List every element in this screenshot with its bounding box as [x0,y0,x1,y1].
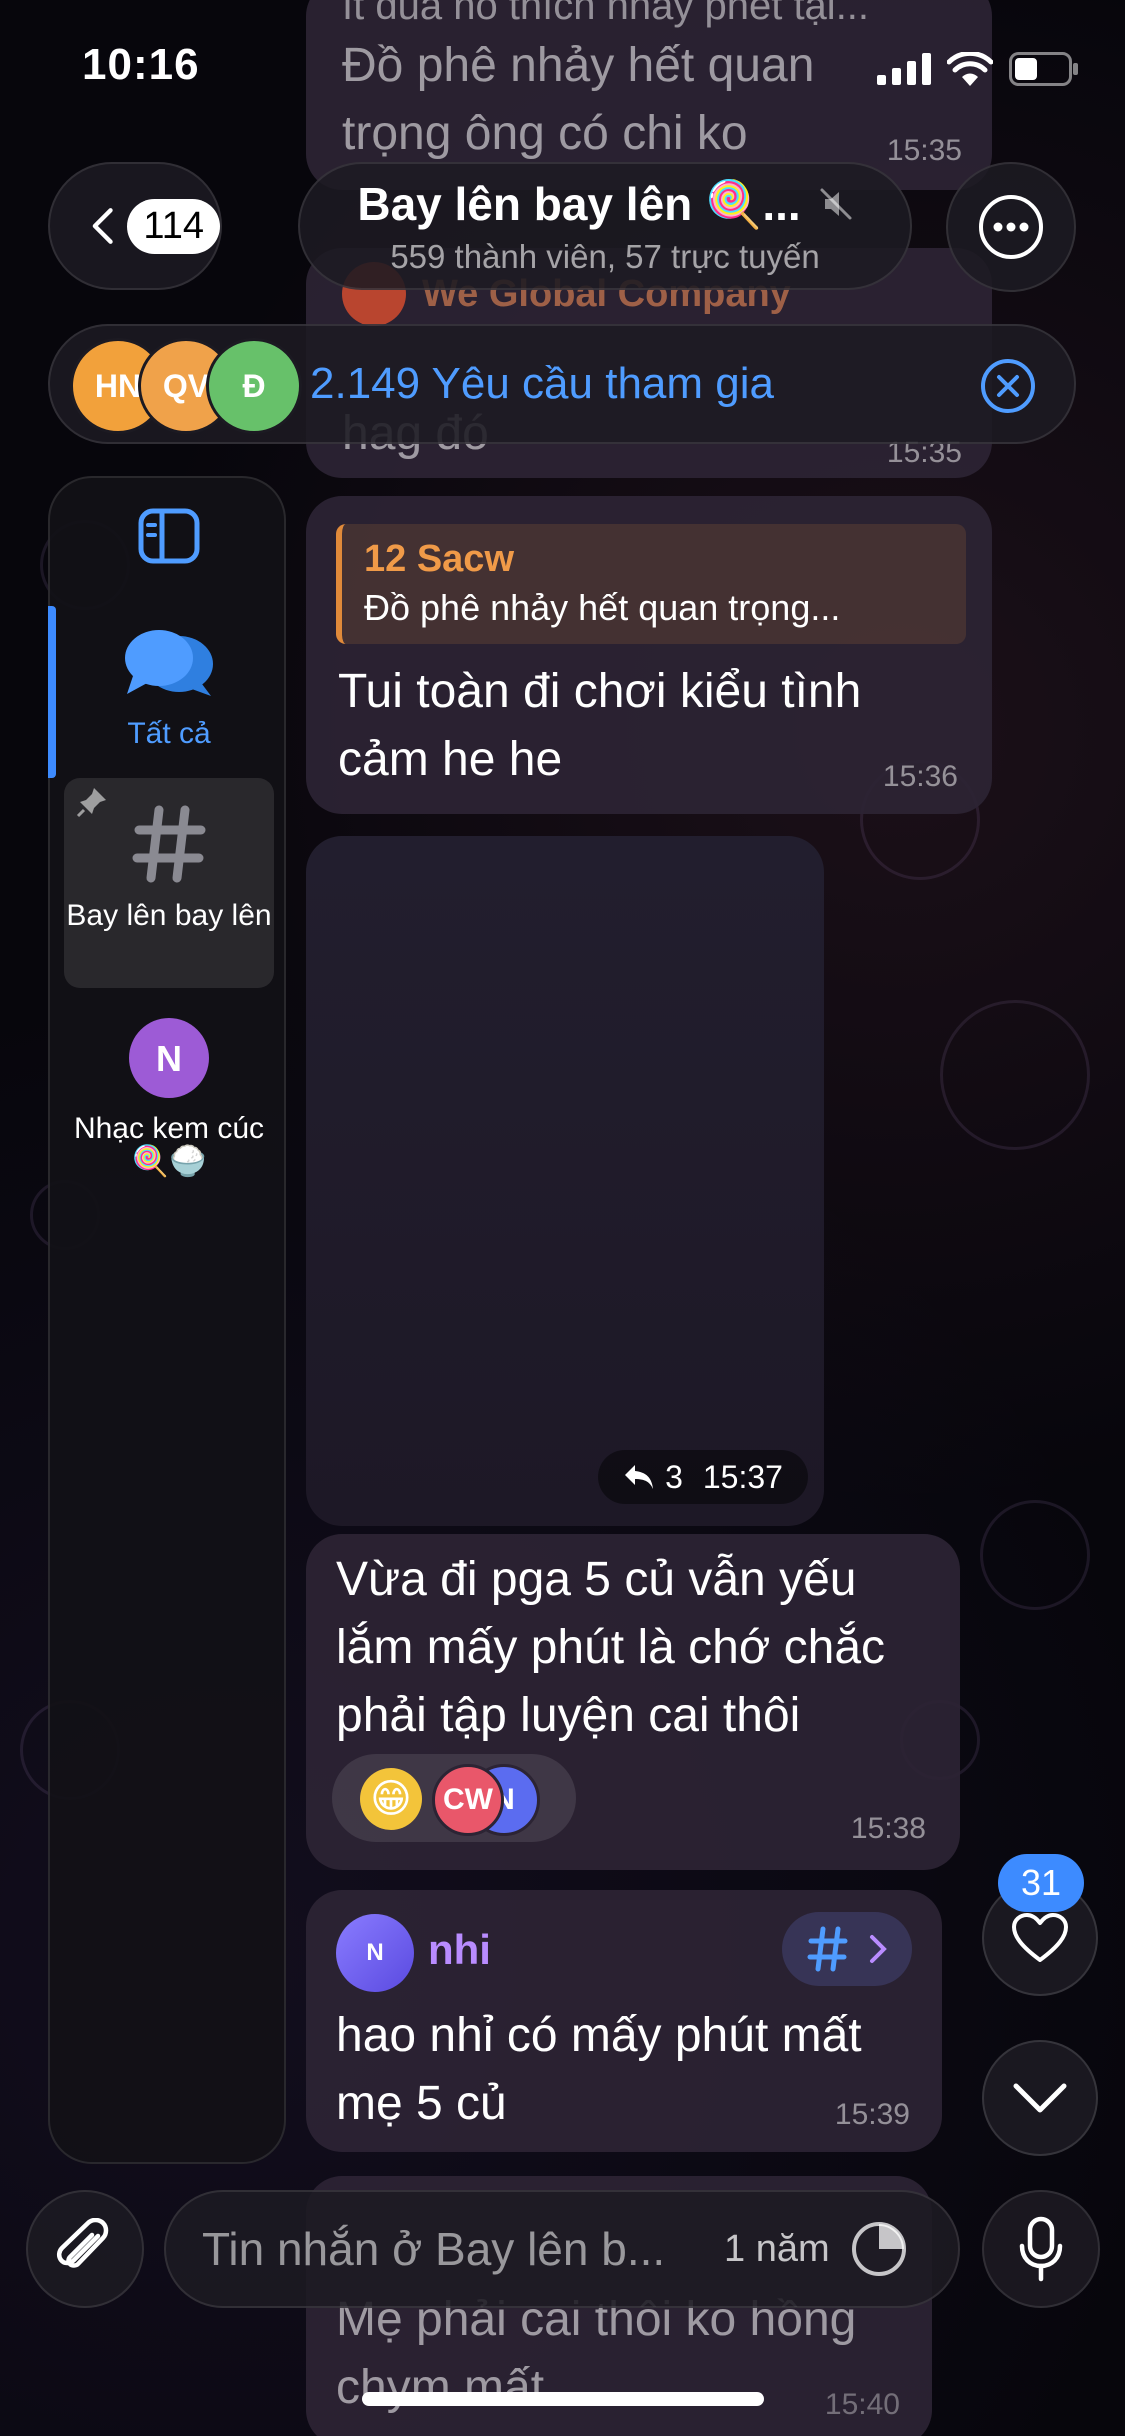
scroll-down-button[interactable] [982,2040,1098,2156]
close-icon[interactable] [980,358,1036,414]
join-requests-bar[interactable]: HN QV Đ 2.149 Yêu cầu tham gia [48,324,1076,444]
status-time: 10:16 [82,40,200,89]
sender-name[interactable]: nhi [428,1926,491,1974]
message-input[interactable]: Tin nhắn ở Bay lên b... 1 năm [164,2190,960,2308]
message-bubble[interactable]: 12 Sacw Đồ phê nhảy hết quan trọng... Tu… [306,496,992,814]
sidebar-item-bay-len-bay-len[interactable]: Bay lên bay lên [64,778,274,988]
reply-quote[interactable]: 12 Sacw Đồ phê nhảy hết quan trọng... [336,524,966,644]
cellular-signal-icon [877,53,931,85]
message-bubble[interactable]: N nhi hao nhỉ có mấy phút mất mẹ 5 củ 15… [306,1890,942,2152]
chat-subtitle: 559 thành viên, 57 trực tuyến [390,237,820,275]
heart-icon [1012,1913,1068,1962]
chat-title: Bay lên bay lên 🍭... [357,177,801,230]
message-bubble[interactable]: Vừa đi pga 5 củ vẫn yếu lắm mấy phút là … [306,1534,960,1870]
reply-sender-name: 12 Sacw [364,538,514,580]
chevron-down-icon [1013,2083,1067,2113]
avatar[interactable]: N [336,1914,414,1992]
pin-icon [76,788,106,818]
message-text: hao nhỉ có mấy phút mất mẹ 5 củ [336,2009,862,2130]
battery-icon [1009,52,1078,86]
microphone-icon [1019,2216,1063,2282]
message-time: 15:39 [834,2098,910,2131]
sidebar-item-all[interactable]: Tất cả [64,628,274,750]
media-message[interactable]: 3 15:37 [306,836,824,1526]
attach-button[interactable] [26,2190,144,2308]
hashtag-icon [807,1926,848,1972]
avatar: CW [432,1764,504,1836]
avatar: Đ [206,338,302,434]
chevron-left-icon [92,208,113,244]
hashtag-icon [132,805,206,883]
chat-header: 114 Bay lên bay lên 🍭... 559 thành viên,… [0,160,1125,295]
more-options-button[interactable] [946,162,1076,292]
back-button[interactable]: 114 [48,162,222,290]
chevron-right-icon [870,1935,887,1963]
active-tab-indicator [48,606,56,778]
sidebar-item-nhac-kem-cuc[interactable]: N Nhạc kem cúc 🍭🍚 [64,1018,274,1178]
home-indicator[interactable] [362,2392,764,2406]
microphone-button[interactable] [982,2190,1100,2308]
status-bar: 10:16 [0,0,1125,135]
join-requests-label: 2.149 Yêu cầu tham gia [310,359,774,408]
paperclip-icon [56,2218,109,2268]
message-input-placeholder: Tin nhắn ở Bay lên b... [202,2223,666,2275]
topic-link-button[interactable] [782,1912,912,1986]
reply-snippet: Đồ phê nhảy hết quan trọng... [364,587,841,628]
timer-icon[interactable] [850,2220,908,2278]
topic-avatar: N [129,1018,209,1098]
requester-avatars: HN QV Đ [70,334,310,434]
message-time: 15:36 [882,760,958,793]
chat-title-button[interactable]: Bay lên bay lên 🍭... 559 thành viên, 57 … [298,162,912,290]
reaction-pill[interactable]: 😁 N CW [332,1754,576,1842]
more-dots-icon [979,195,1043,259]
sidebar-toggle-icon[interactable] [138,508,200,564]
muted-icon [820,188,852,220]
unread-chats-count: 114 [127,198,220,254]
wifi-icon [947,52,993,86]
message-text: Tui toàn đi chơi kiểu tình cảm he he [338,665,862,786]
reply-arrow-icon [625,1465,654,1489]
reaction-emoji: 😁 [360,1768,422,1830]
topics-sidebar: Tất cả Bay lên bay lên N Nhạc kem cúc 🍭🍚 [48,476,286,2164]
unread-reactions-badge: 31 [998,1854,1084,1912]
reply-count-time-pill[interactable]: 3 15:37 [598,1450,808,1504]
message-text: Vừa đi pga 5 củ vẫn yếu lắm mấy phút là … [336,1553,886,1742]
chat-bubbles-icon [125,630,213,696]
auto-delete-timer-label: 1 năm [724,2227,830,2270]
message-time: 15:38 [850,1812,926,1845]
message-time: 15:40 [824,2388,900,2421]
